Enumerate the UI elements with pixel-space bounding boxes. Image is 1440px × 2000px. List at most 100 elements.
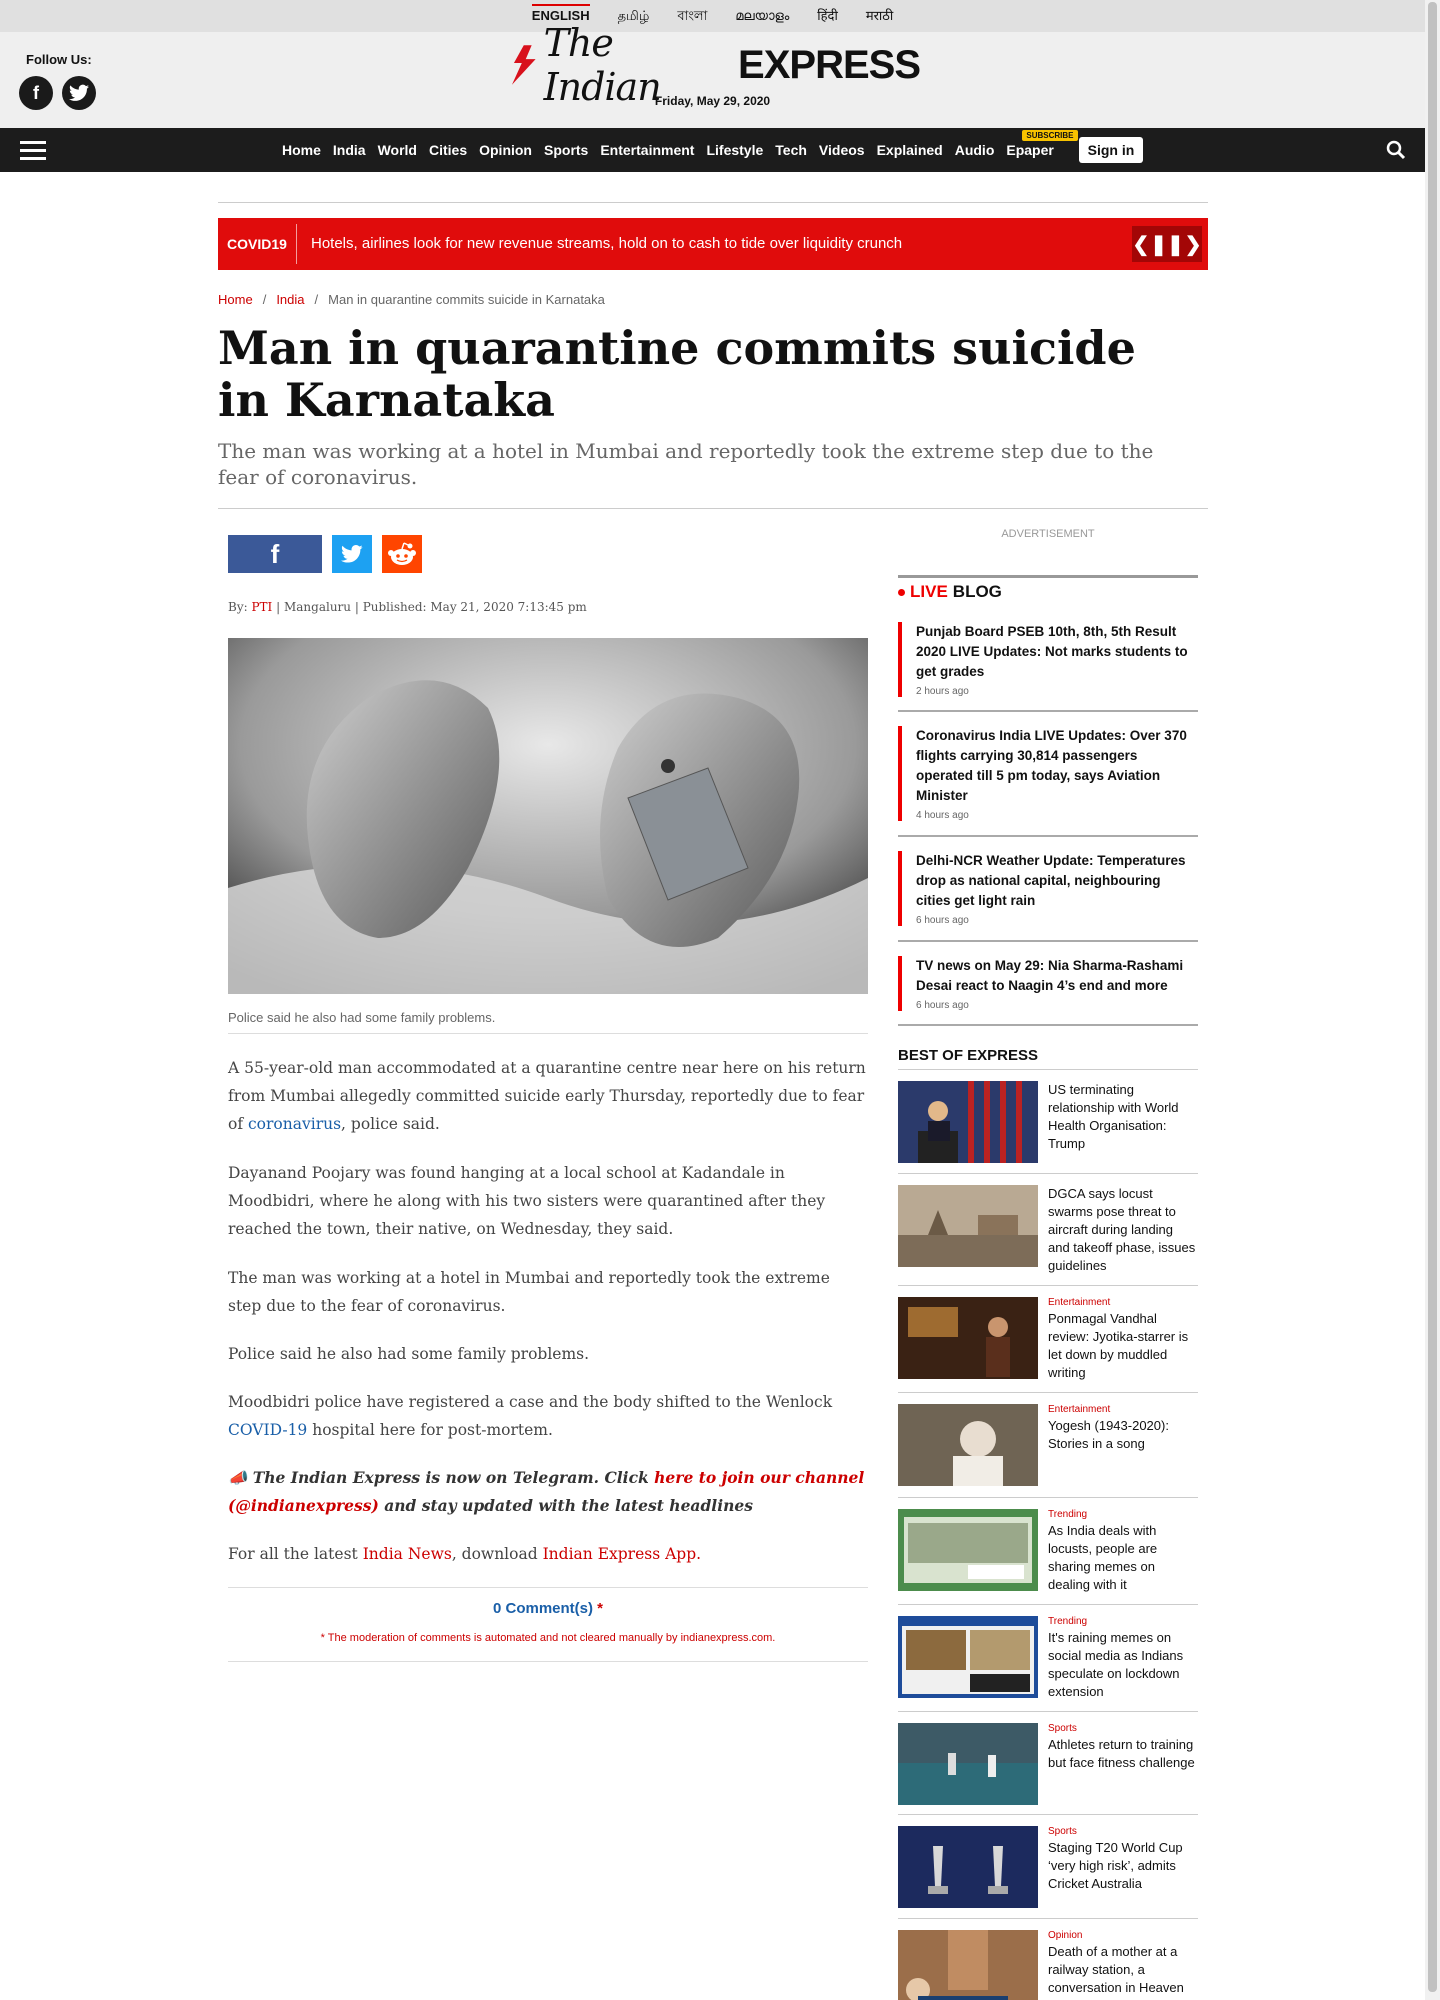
- nav-lifestyle[interactable]: Lifestyle: [706, 142, 763, 158]
- live-blog-item[interactable]: Coronavirus India LIVE Updates: Over 370…: [898, 726, 1198, 821]
- article-subtitle: The man was working at a hotel in Mumbai…: [218, 439, 1154, 489]
- thumbnail-t20-world-cup[interactable]: [898, 1826, 1038, 1908]
- nav-epaper[interactable]: Epaper SUBSCRIBE: [1006, 130, 1078, 158]
- live-blog-title[interactable]: TV news on May 29: Nia Sharma-Rashami De…: [916, 956, 1198, 996]
- page-scrollbar[interactable]: [1425, 0, 1440, 2000]
- live-blog-heading: LIVE BLOG: [898, 582, 1002, 602]
- nav-home[interactable]: Home: [282, 142, 321, 158]
- best-of-category[interactable]: Opinion: [1048, 1930, 1198, 1941]
- best-of-title[interactable]: Ponmagal Vandhal review: Jyotika-starrer…: [1048, 1310, 1198, 1382]
- divider: [898, 1711, 1198, 1712]
- best-of-title[interactable]: It's raining memes on social media as In…: [1048, 1629, 1198, 1701]
- byline-label: By:: [228, 600, 248, 614]
- share-twitter-button[interactable]: [332, 535, 372, 573]
- best-of-item[interactable]: Sports Staging T20 World Cup ‘very high …: [898, 1818, 1198, 1914]
- thumbnail-ponmagal[interactable]: [898, 1297, 1038, 1379]
- best-of-item[interactable]: Entertainment Yogesh (1943-2020): Storie…: [898, 1396, 1198, 1492]
- thumbnail-yogesh[interactable]: [898, 1404, 1038, 1486]
- ticker-prev-icon[interactable]: ❮: [1132, 232, 1149, 257]
- breadcrumb-current: Man in quarantine commits suicide in Kar…: [328, 292, 605, 307]
- best-of-item[interactable]: Trending It's raining memes on social me…: [898, 1608, 1198, 1704]
- share-reddit-button[interactable]: [382, 535, 422, 573]
- ticker-next-icon[interactable]: ❯: [1185, 232, 1202, 257]
- ticker-tag[interactable]: COVID19: [218, 218, 296, 270]
- coronavirus-link[interactable]: coronavirus: [248, 1115, 341, 1133]
- search-icon[interactable]: [1386, 140, 1406, 160]
- best-of-category[interactable]: Sports: [1048, 1723, 1198, 1734]
- best-of-title[interactable]: Death of a mother at a railway station, …: [1048, 1943, 1198, 1997]
- lang-hindi[interactable]: हिंदी: [803, 0, 852, 32]
- live-blog-title[interactable]: Coronavirus India LIVE Updates: Over 370…: [916, 726, 1198, 806]
- best-of-item[interactable]: US terminating relationship with World H…: [898, 1073, 1198, 1169]
- nav-sports[interactable]: Sports: [544, 142, 588, 158]
- best-of-title[interactable]: DGCA says locust swarms pose threat to a…: [1048, 1185, 1198, 1275]
- best-of-category[interactable]: Trending: [1048, 1616, 1198, 1627]
- best-of-category[interactable]: Entertainment: [1048, 1297, 1198, 1308]
- best-of-category[interactable]: Trending: [1048, 1509, 1198, 1520]
- site-logo[interactable]: The Indian EXPRESS: [510, 21, 921, 109]
- lang-marathi[interactable]: मराठी: [852, 0, 907, 32]
- live-blog-item[interactable]: Punjab Board PSEB 10th, 8th, 5th Result …: [898, 622, 1198, 697]
- nav-audio[interactable]: Audio: [955, 142, 995, 158]
- nav-opinion[interactable]: Opinion: [479, 142, 532, 158]
- ticker-headline[interactable]: Hotels, airlines look for new revenue st…: [311, 218, 902, 270]
- share-facebook-button[interactable]: f: [228, 535, 322, 573]
- breadcrumb-home[interactable]: Home: [218, 292, 253, 307]
- live-blog-item[interactable]: Delhi-NCR Weather Update: Temperatures d…: [898, 851, 1198, 926]
- best-of-category[interactable]: Sports: [1048, 1826, 1198, 1837]
- hamburger-menu-icon[interactable]: [20, 141, 46, 161]
- nav-india[interactable]: India: [333, 142, 366, 158]
- divider: [898, 1918, 1198, 1919]
- best-of-category[interactable]: Entertainment: [1048, 1404, 1198, 1415]
- sign-in-button[interactable]: Sign in: [1079, 137, 1143, 163]
- thumbnail-athletes[interactable]: [898, 1723, 1038, 1805]
- masthead: Follow Us: f The Indian EXPRESS Friday, …: [0, 21, 1425, 128]
- telegram-text: 📣 The Indian Express is now on Telegram.…: [228, 1468, 655, 1487]
- best-of-item[interactable]: Trending As India deals with locusts, pe…: [898, 1501, 1198, 1597]
- thumbnail-trump[interactable]: [898, 1081, 1038, 1163]
- nav-explained[interactable]: Explained: [877, 142, 943, 158]
- breadcrumb-india[interactable]: India: [276, 292, 304, 307]
- thumbnail-locust[interactable]: [898, 1185, 1038, 1267]
- comments-count: 0 Comment(s): [492, 1600, 593, 1617]
- p5-text-end: hospital here for post-mortem.: [307, 1421, 553, 1439]
- thumbnail-railway-station[interactable]: [898, 1930, 1038, 2000]
- live-blog-title[interactable]: Delhi-NCR Weather Update: Temperatures d…: [916, 851, 1198, 911]
- best-of-item[interactable]: DGCA says locust swarms pose threat to a…: [898, 1177, 1198, 1273]
- live-blog-title[interactable]: Punjab Board PSEB 10th, 8th, 5th Result …: [916, 622, 1198, 682]
- blog-label: BLOG: [952, 582, 1002, 601]
- subscribe-badge[interactable]: SUBSCRIBE: [1022, 130, 1078, 141]
- express-app-link[interactable]: Indian Express App.: [543, 1545, 702, 1563]
- nav-world[interactable]: World: [378, 142, 417, 158]
- covid19-link[interactable]: COVID-19: [228, 1421, 307, 1439]
- epaper-label: Epaper: [1006, 142, 1054, 158]
- best-of-title[interactable]: US terminating relationship with World H…: [1048, 1081, 1198, 1153]
- thumbnail-lockdown-memes[interactable]: [898, 1616, 1038, 1698]
- comments-toggle[interactable]: 0 Comment(s) *: [228, 1600, 868, 1617]
- india-news-link[interactable]: India News: [363, 1545, 452, 1563]
- telegram-promo: 📣 The Indian Express is now on Telegram.…: [228, 1464, 868, 1520]
- best-of-title[interactable]: As India deals with locusts, people are …: [1048, 1522, 1198, 1594]
- current-date: Friday, May 29, 2020: [654, 94, 771, 108]
- thumbnail-locust-memes[interactable]: [898, 1509, 1038, 1591]
- divider: [228, 1587, 868, 1588]
- live-blog-item[interactable]: TV news on May 29: Nia Sharma-Rashami De…: [898, 956, 1198, 1011]
- best-of-item[interactable]: Opinion Death of a mother at a railway s…: [898, 1922, 1198, 2000]
- author-link[interactable]: PTI: [251, 600, 272, 614]
- best-of-title[interactable]: Athletes return to training but face fit…: [1048, 1736, 1198, 1772]
- advertisement-label: ADVERTISEMENT: [1001, 528, 1095, 540]
- nav-tech[interactable]: Tech: [775, 142, 807, 158]
- divider: [898, 940, 1198, 942]
- best-of-title[interactable]: Staging T20 World Cup ‘very high risk’, …: [1048, 1839, 1198, 1893]
- divider: [898, 1814, 1198, 1815]
- nav-cities[interactable]: Cities: [429, 142, 467, 158]
- best-of-title[interactable]: Yogesh (1943-2020): Stories in a song: [1048, 1417, 1198, 1453]
- best-of-item[interactable]: Sports Athletes return to training but f…: [898, 1715, 1198, 1811]
- divider: [898, 1024, 1198, 1026]
- scrollbar-thumb[interactable]: [1428, 2, 1437, 1992]
- nav-videos[interactable]: Videos: [819, 142, 865, 158]
- live-label: LIVE: [910, 582, 948, 601]
- ticker-pause-icon[interactable]: ❚❚: [1150, 232, 1184, 257]
- nav-entertainment[interactable]: Entertainment: [600, 142, 694, 158]
- best-of-item[interactable]: Entertainment Ponmagal Vandhal review: J…: [898, 1289, 1198, 1385]
